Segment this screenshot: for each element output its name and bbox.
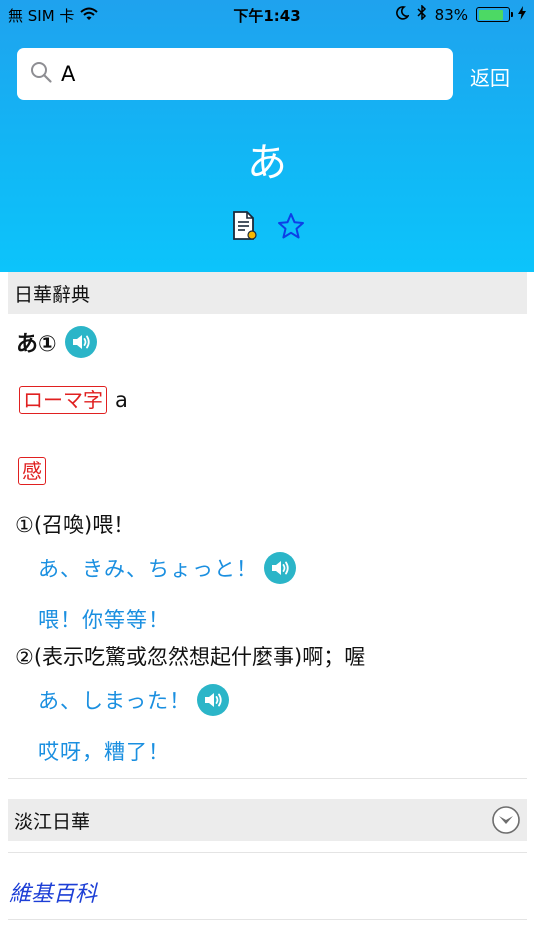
note-icon[interactable] (230, 210, 260, 246)
sense-example: あ、きみ、ちょっと！ (38, 552, 296, 584)
romaji-tag: ローマ字 (19, 386, 107, 414)
battery-percent: 83% (434, 5, 468, 24)
romaji-value: a (115, 388, 128, 412)
entry-headword: あ① (16, 332, 57, 357)
sense-definition: ①(召喚)喂！ (15, 513, 135, 537)
sense-example: あ、しまった！ (38, 684, 230, 716)
example-text: あ、しまった！ (38, 689, 192, 713)
favorite-star-icon[interactable] (276, 211, 306, 245)
wikipedia-link[interactable]: 維基百科 (9, 876, 97, 908)
speaker-icon[interactable] (197, 684, 230, 716)
section-title: 日華辭典 (14, 283, 91, 306)
sense-translation: 喂！你等等！ (38, 608, 170, 632)
speaker-icon[interactable] (64, 326, 97, 358)
search-box[interactable] (17, 48, 453, 100)
sense-definition: ②(表示吃驚或忽然想起什麼事)啊；喔 (15, 645, 366, 669)
speaker-icon[interactable] (264, 552, 296, 584)
romaji-row: ローマ字 a (19, 386, 128, 414)
divider (8, 778, 527, 779)
back-button[interactable]: 返回 (470, 62, 510, 91)
status-bar: 無 SIM 卡 下午1:43 83% (0, 0, 534, 30)
header: 無 SIM 卡 下午1:43 83% A 返回 あ (0, 0, 534, 272)
sense-translation: 哎呀，糟了！ (38, 740, 170, 764)
search-input[interactable] (61, 62, 421, 86)
search-icon (29, 60, 53, 88)
headword: あ (247, 140, 287, 186)
example-text: あ、きみ、ちょっと！ (38, 557, 258, 581)
battery-icon (476, 7, 513, 22)
bluetooth-icon (417, 4, 427, 24)
charging-icon (518, 5, 526, 24)
part-of-speech-tag: 感 (18, 457, 46, 485)
entry-title: あ① (16, 326, 97, 358)
chevron-down-icon[interactable] (491, 805, 521, 840)
part-of-speech-row: 感 (18, 457, 46, 485)
section-header-secondary[interactable]: 淡江日華 (8, 799, 527, 841)
divider (8, 919, 527, 920)
section-header-primary: 日華辭典 (8, 272, 527, 314)
moon-icon (395, 5, 410, 24)
header-actions (230, 210, 306, 246)
divider (8, 852, 527, 853)
status-right: 83% (395, 4, 526, 24)
section-title: 淡江日華 (14, 810, 91, 833)
